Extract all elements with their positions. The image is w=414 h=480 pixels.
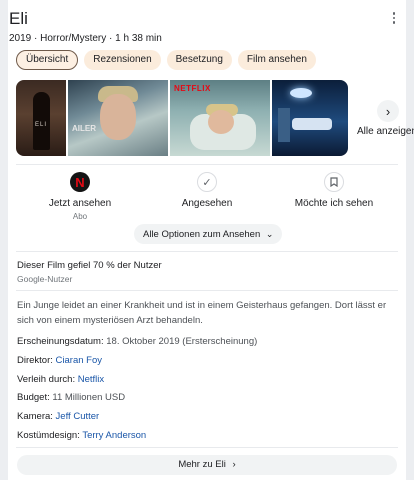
- budget-row: Budget: 11 Millionen USD: [17, 392, 125, 403]
- watched-label: Angesehen: [181, 198, 233, 209]
- director-row: Direktor: Ciaran Foy: [17, 355, 102, 366]
- watch-now-button[interactable]: N Jetzt ansehen Abo: [20, 172, 140, 221]
- release-label: Erscheinungsdatum:: [17, 336, 104, 347]
- scene-bed: [292, 118, 332, 130]
- still-head: [208, 110, 234, 134]
- camera-label: Kamera:: [17, 411, 53, 422]
- more-about-button[interactable]: Mehr zu Eli ›: [17, 455, 397, 475]
- divider: [16, 447, 398, 448]
- audience-rating: Dieser Film gefiel 70 % der Nutzer: [17, 260, 162, 271]
- poster-image[interactable]: ELI: [16, 80, 66, 156]
- camera-row: Kamera: Jeff Cutter: [17, 411, 99, 422]
- costume-label: Kostümdesign:: [17, 430, 80, 441]
- scene-lamp: [290, 88, 312, 98]
- poster-figure: [33, 92, 50, 150]
- camera-link[interactable]: Jeff Cutter: [56, 411, 100, 422]
- release-row: Erscheinungsdatum: 18. Oktober 2019 (Ers…: [17, 336, 257, 347]
- chevron-down-icon: ⌄: [265, 229, 274, 239]
- want-to-see-button[interactable]: Möchte ich sehen: [274, 172, 394, 209]
- tab-bar: Übersicht Rezensionen Besetzung Film ans…: [16, 50, 316, 70]
- budget-value: 11 Millionen USD: [52, 392, 126, 403]
- costume-link[interactable]: Terry Anderson: [82, 430, 146, 441]
- divider: [16, 251, 398, 252]
- scene-machine: [278, 108, 290, 142]
- more-about-label: Mehr zu Eli: [178, 459, 226, 470]
- want-to-see-label: Möchte ich sehen: [294, 198, 374, 209]
- rating-source: Google-Nutzer: [17, 274, 73, 284]
- watch-now-sub: Abo: [72, 212, 88, 221]
- tab-reviews[interactable]: Rezensionen: [84, 50, 161, 70]
- costume-row: Kostümdesign: Terry Anderson: [17, 430, 146, 441]
- all-options-button[interactable]: Alle Optionen zum Ansehen ⌄: [134, 224, 283, 244]
- bookmark-icon: [324, 172, 344, 192]
- distributor-link[interactable]: Netflix: [78, 374, 104, 385]
- divider: [16, 290, 398, 291]
- trailer-face: [100, 94, 136, 140]
- movie-description: Ein Junge leidet an einer Krankheit und …: [17, 300, 387, 326]
- poster-title: ELI: [34, 122, 47, 128]
- show-all-images-link[interactable]: Alle anzeigen: [357, 126, 414, 137]
- watched-button[interactable]: ✓ Angesehen: [147, 172, 267, 209]
- trailer-image[interactable]: AILER: [68, 80, 168, 156]
- movie-subtitle: 2019 · Horror/Mystery · 1 h 38 min: [9, 33, 162, 44]
- release-value: 18. Oktober 2019 (Ersterscheinung): [106, 336, 258, 347]
- watch-now-label: Jetzt ansehen: [48, 198, 112, 209]
- tab-overview[interactable]: Übersicht: [16, 50, 79, 70]
- netflix-logo: NETFLIX: [174, 84, 211, 93]
- netflix-icon: N: [70, 172, 90, 192]
- scene-image[interactable]: [272, 80, 348, 156]
- check-icon: ✓: [197, 172, 217, 192]
- chevron-right-icon[interactable]: ›: [377, 100, 399, 122]
- distributor-label: Verleih durch:: [17, 374, 76, 385]
- director-link[interactable]: Ciaran Foy: [56, 355, 102, 366]
- chevron-right-icon: ›: [232, 459, 236, 470]
- tab-watch-movie[interactable]: Film ansehen: [237, 50, 316, 70]
- divider: [16, 164, 398, 165]
- all-options-label: Alle Optionen zum Ansehen: [143, 229, 261, 240]
- director-label: Direktor:: [17, 355, 53, 366]
- more-vert-icon[interactable]: [388, 10, 400, 26]
- budget-label: Budget:: [17, 392, 50, 403]
- trailer-overlay-text: AILER: [72, 124, 96, 133]
- movie-title: Eli: [9, 9, 28, 28]
- distributor-row: Verleih durch: Netflix: [17, 374, 104, 385]
- still-image[interactable]: NETFLIX: [170, 80, 270, 156]
- tab-cast[interactable]: Besetzung: [166, 50, 232, 70]
- image-carousel: ELI AILER NETFLIX: [16, 80, 406, 156]
